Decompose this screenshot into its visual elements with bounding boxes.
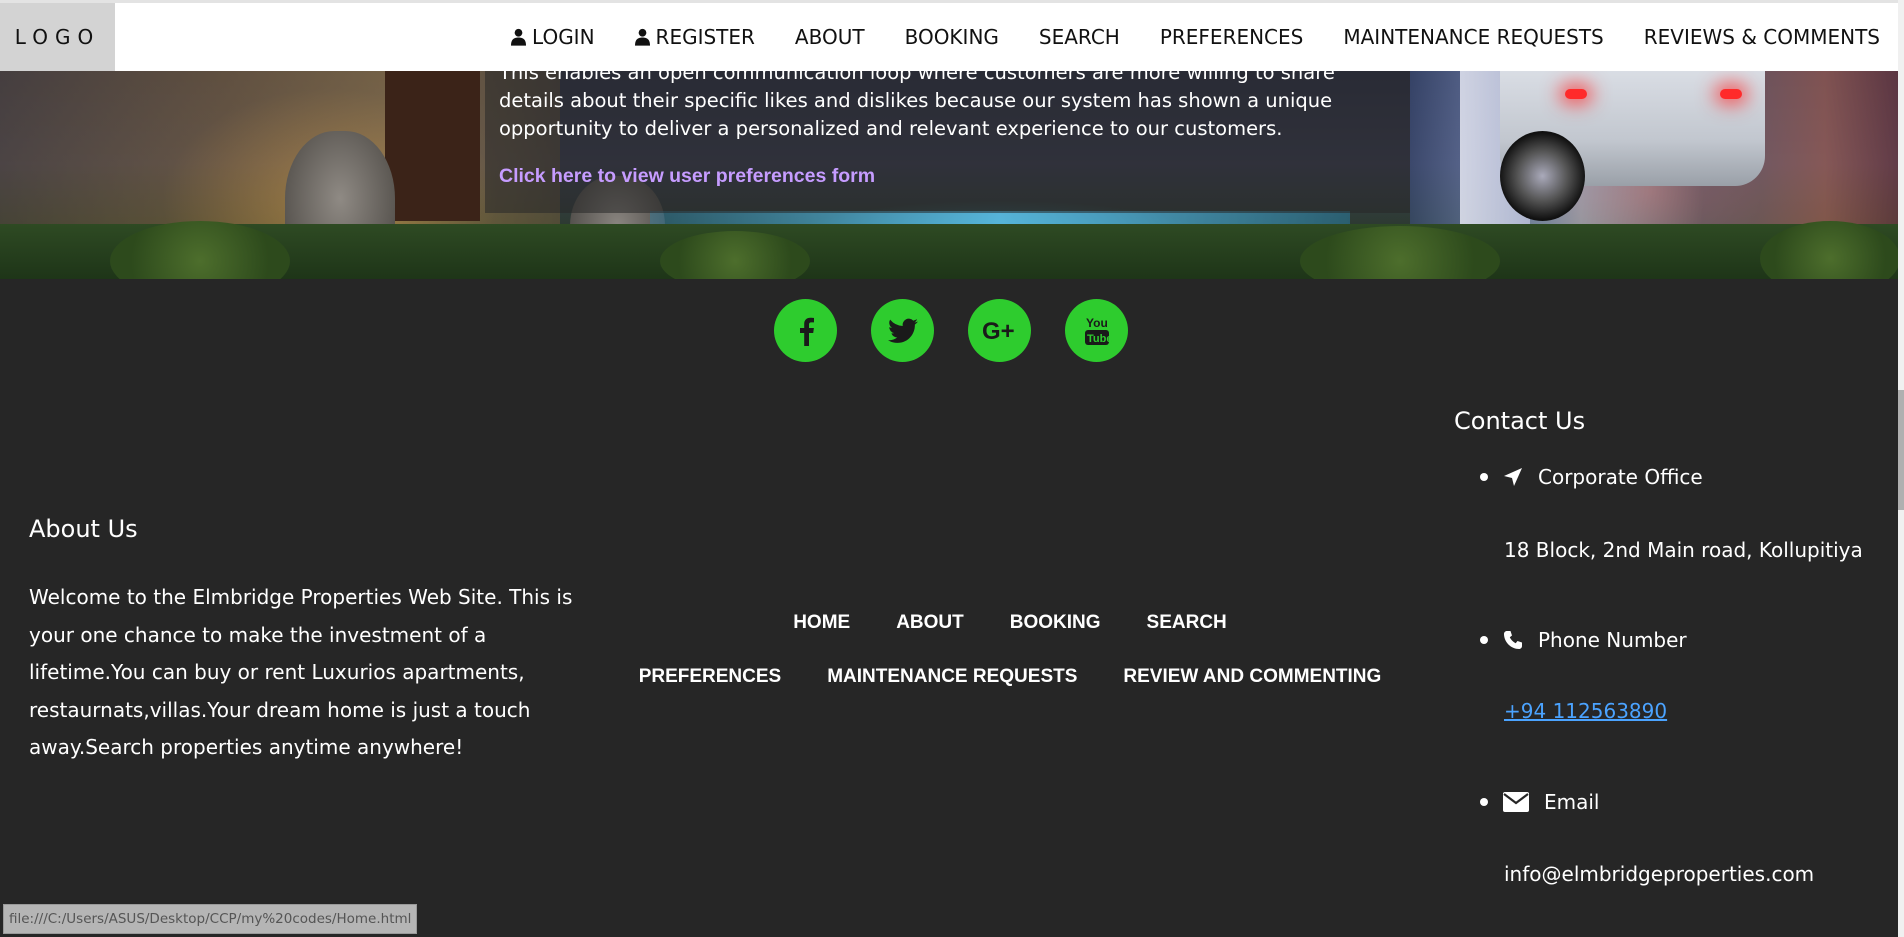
footer-navigation: HOME ABOUT BOOKING SEARCH PREFERENCES MA…	[620, 612, 1400, 720]
user-icon	[634, 28, 650, 46]
footer-link-booking[interactable]: BOOKING	[1010, 612, 1101, 634]
browser-status-bar: file:///C:/Users/ASUS/Desktop/CCP/my%20c…	[3, 904, 418, 934]
contact-label-email: Email	[1544, 790, 1600, 814]
footer-nav-row: PREFERENCES MAINTENANCE REQUESTS REVIEW …	[620, 666, 1400, 688]
facebook-button[interactable]	[774, 299, 837, 362]
list-bullet	[1480, 798, 1488, 806]
youtube-button[interactable]: You Tube	[1065, 299, 1128, 362]
nav-about[interactable]: ABOUT	[795, 25, 865, 49]
google-plus-icon: G+	[982, 319, 1015, 343]
hero-car-taillight	[1720, 89, 1742, 99]
footer-link-search[interactable]: SEARCH	[1147, 612, 1227, 634]
scrollbar-thumb[interactable]	[1898, 390, 1904, 510]
about-us-title: About Us	[29, 515, 138, 543]
top-navbar: LOGO LOGIN REGISTER ABOUT BOOKING SEARCH…	[0, 0, 1898, 71]
contact-item-email: Email	[1480, 790, 1600, 814]
footer-nav-row: HOME ABOUT BOOKING SEARCH	[620, 612, 1400, 634]
hero-banner: This enables an open communication loop …	[0, 71, 1898, 279]
nav-login[interactable]: LOGIN	[511, 25, 595, 49]
contact-email: info@elmbridgeproperties.com	[1504, 862, 1815, 886]
contact-item-phone: Phone Number	[1480, 628, 1687, 652]
hero-car-taillight	[1565, 89, 1587, 99]
footer-link-review-and-commenting[interactable]: REVIEW AND COMMENTING	[1123, 666, 1381, 688]
svg-text:G+: G+	[982, 319, 1015, 343]
footer-link-maintenance-requests[interactable]: MAINTENANCE REQUESTS	[827, 666, 1077, 688]
nav-maintenance-requests[interactable]: MAINTENANCE REQUESTS	[1343, 25, 1603, 49]
svg-text:You: You	[1086, 316, 1108, 330]
envelope-icon	[1502, 791, 1530, 813]
google-plus-button[interactable]: G+	[968, 299, 1031, 362]
svg-text:Tube: Tube	[1087, 333, 1112, 345]
site-logo[interactable]: LOGO	[0, 3, 115, 71]
user-icon	[511, 28, 527, 46]
hero-description: This enables an open communication loop …	[499, 71, 1335, 140]
youtube-icon: You Tube	[1084, 316, 1112, 345]
nav-reviews-comments[interactable]: REVIEWS & COMMENTS	[1644, 25, 1880, 49]
nav-booking[interactable]: BOOKING	[905, 25, 999, 49]
hero-car-wheel	[1500, 131, 1585, 221]
nav-register-label: REGISTER	[655, 25, 755, 49]
contact-address: 18 Block, 2nd Main road, Kollupitiya	[1504, 538, 1863, 562]
twitter-icon	[887, 318, 918, 343]
social-links: G+ You Tube	[774, 299, 1128, 362]
contact-label-office: Corporate Office	[1538, 465, 1703, 489]
preferences-form-link[interactable]: Click here to view user preferences form	[499, 165, 875, 188]
nav-login-label: LOGIN	[532, 25, 595, 49]
nav-menu: LOGIN REGISTER ABOUT BOOKING SEARCH PREF…	[471, 3, 1880, 71]
contact-phone-link[interactable]: +94 112563890	[1504, 699, 1667, 723]
phone-icon	[1502, 629, 1524, 651]
about-us-text: Welcome to the Elmbridge Properties Web …	[29, 585, 573, 759]
list-bullet	[1480, 636, 1488, 644]
page-scrollbar[interactable]	[1898, 0, 1904, 937]
footer-link-about[interactable]: ABOUT	[896, 612, 964, 634]
footer-link-home[interactable]: HOME	[793, 612, 850, 634]
footer-link-preferences[interactable]: PREFERENCES	[639, 666, 782, 688]
nav-preferences[interactable]: PREFERENCES	[1160, 25, 1304, 49]
nav-search[interactable]: SEARCH	[1039, 25, 1120, 49]
hero-door	[385, 71, 480, 221]
facebook-icon	[799, 317, 814, 346]
list-bullet	[1480, 473, 1488, 481]
twitter-button[interactable]	[871, 299, 934, 362]
contact-item-office: Corporate Office	[1480, 465, 1703, 489]
contact-label-phone: Phone Number	[1538, 628, 1687, 652]
location-arrow-icon	[1502, 466, 1524, 488]
nav-register[interactable]: REGISTER	[634, 25, 755, 49]
contact-us-title: Contact Us	[1454, 407, 1586, 435]
